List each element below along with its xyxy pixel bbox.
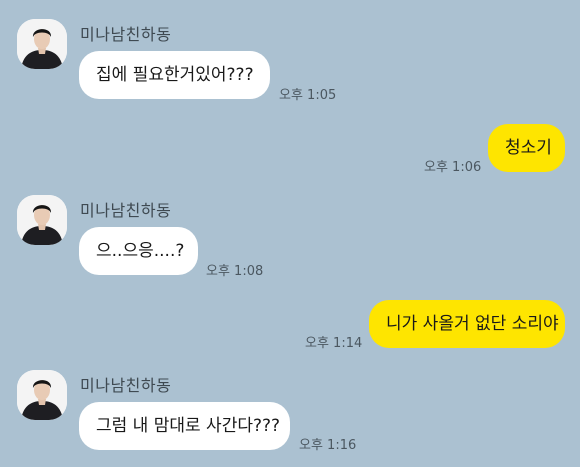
contact-avatar[interactable] (17, 19, 67, 69)
message-bubble-outgoing[interactable]: 니가 사올거 없단 소리야 (369, 300, 565, 348)
chat-area: 미나남친하동 집에 필요한거있어??? 오후 1:05 오후 1:06 청소기 … (0, 0, 580, 467)
message-time: 오후 1:06 (424, 160, 482, 175)
sender-name: 미나남친하동 (80, 376, 172, 395)
message-time: 오후 1:14 (305, 336, 363, 351)
message-time: 오후 1:16 (299, 438, 357, 453)
sender-name: 미나남친하동 (80, 201, 172, 220)
message-bubble-incoming[interactable]: 그럼 내 맘대로 사간다??? (79, 402, 290, 450)
message-time: 오후 1:05 (279, 88, 337, 103)
profile-photo-icon (17, 370, 67, 420)
profile-photo-icon (17, 19, 67, 69)
message-time: 오후 1:08 (206, 264, 264, 279)
message-bubble-outgoing[interactable]: 청소기 (488, 124, 565, 172)
contact-avatar[interactable] (17, 195, 67, 245)
message-bubble-incoming[interactable]: 으..으응....? (79, 227, 198, 275)
sender-name: 미나남친하동 (80, 25, 172, 44)
profile-photo-icon (17, 195, 67, 245)
contact-avatar[interactable] (17, 370, 67, 420)
message-bubble-incoming[interactable]: 집에 필요한거있어??? (79, 51, 270, 99)
